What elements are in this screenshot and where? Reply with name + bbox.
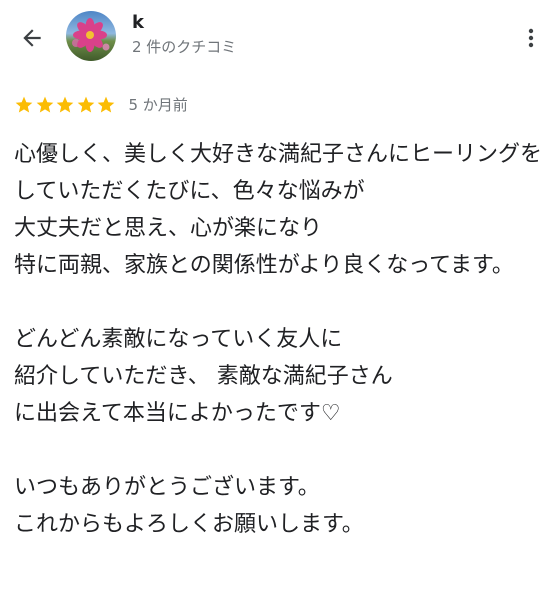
star-icon — [56, 96, 74, 113]
review-header: k 2 件のクチコミ — [0, 0, 553, 76]
rating-row: 5 か月前 — [14, 94, 188, 116]
avatar-cosmos-flower-image — [66, 11, 116, 61]
reviewer-name[interactable]: k — [132, 12, 144, 34]
review-body-text: 心優しく、美しく大好きな満紀子さんにヒーリングを していただくたびに、色々な悩み… — [14, 142, 543, 537]
star-icon — [15, 96, 33, 113]
more-options-button[interactable] — [516, 20, 546, 56]
more-vert-icon — [528, 28, 534, 48]
star-icon — [97, 96, 115, 113]
avatar[interactable] — [66, 11, 116, 61]
reviewer-review-count: 2 件のクチコミ — [132, 38, 237, 56]
star-icon — [36, 96, 53, 113]
back-button[interactable] — [14, 20, 50, 56]
star-icon — [77, 96, 94, 113]
star-rating — [14, 95, 117, 115]
arrow-back-icon — [23, 29, 41, 47]
review-date: 5 か月前 — [128, 96, 188, 114]
